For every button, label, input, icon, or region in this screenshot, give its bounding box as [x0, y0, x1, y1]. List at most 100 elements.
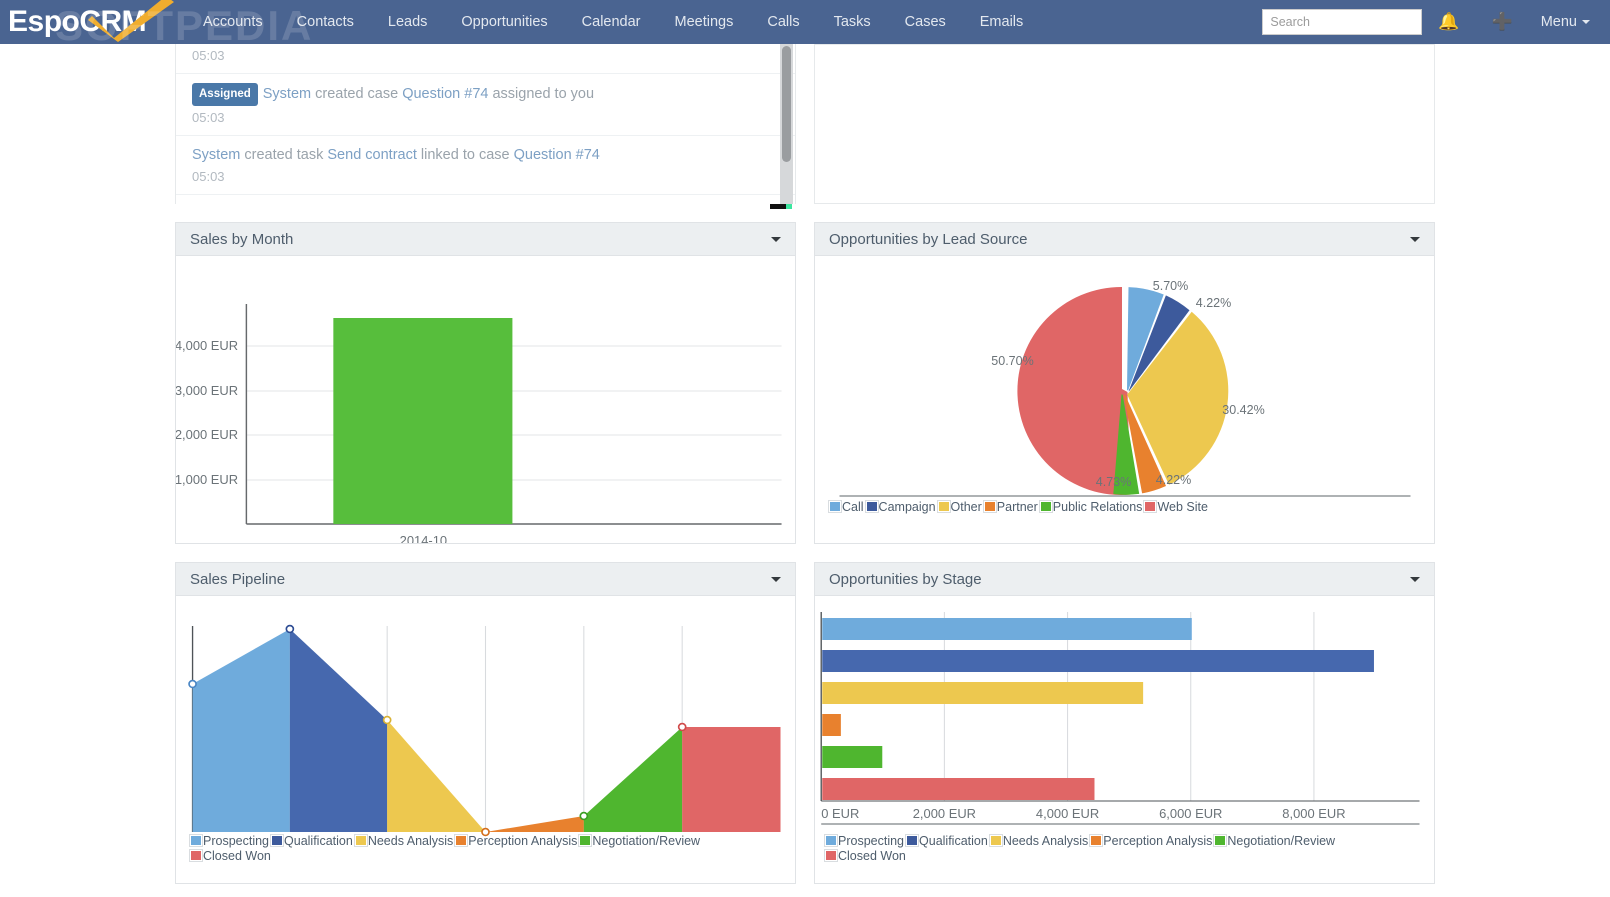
legend-swatch-needs-analysis: [988, 834, 1003, 847]
legend-item-other[interactable]: Other: [936, 500, 984, 515]
stream-list[interactable]: 05:03 Assigned System created case Questi…: [175, 44, 796, 204]
nav-item-contacts[interactable]: Contacts: [280, 0, 371, 44]
nav-item-calls[interactable]: Calls: [750, 0, 816, 44]
nav-links: Accounts Contacts Leads Opportunities Ca…: [186, 0, 1040, 44]
nav-item-leads[interactable]: Leads: [371, 0, 445, 44]
hbar-prospecting: [822, 618, 1192, 640]
pie-label-public-relations: 4.73%: [1096, 475, 1131, 489]
y-tick-label-3000: 3,000 EUR: [176, 383, 238, 398]
sales-by-month-chart: 4,000 EUR 3,000 EUR 2,000 EUR 1,000 EUR …: [175, 256, 795, 548]
stream-suffix-text: linked to case: [416, 146, 514, 163]
panel-stream: 05:03 Assigned System created case Questi…: [175, 44, 796, 209]
legend-item-web-site[interactable]: Web Site: [1143, 500, 1210, 515]
chevron-down-icon[interactable]: [1410, 237, 1420, 242]
panel-opportunities-by-stage: Opportunities by Stage 0 EUR 2,000 EUR 4…: [814, 562, 1435, 884]
legend-swatch-negotiation-review: [1213, 834, 1228, 847]
legend-swatch-needs-analysis: [353, 834, 368, 847]
search-input[interactable]: [1262, 9, 1423, 35]
legend-label-prospecting: Prospecting: [838, 834, 905, 848]
list-item[interactable]: 05:03: [176, 44, 795, 74]
legend-swatch-perception-analysis: [454, 834, 469, 847]
nav-item-calendar[interactable]: Calendar: [565, 0, 658, 44]
chevron-down-icon[interactable]: [1410, 577, 1420, 582]
stream-record-link[interactable]: Question #74: [402, 86, 488, 102]
legend-label-public-relations: Public Relations: [1052, 500, 1143, 514]
stream-suffix-text: assigned to you: [488, 86, 595, 102]
brand-logo[interactable]: EspoCRM: [0, 0, 186, 44]
legend-item-closed-won[interactable]: Closed Won: [189, 849, 273, 864]
legend-label-other: Other: [950, 500, 982, 514]
chevron-down-icon[interactable]: [771, 237, 781, 242]
legend-item-closed-won[interactable]: Closed Won: [824, 849, 908, 864]
x-tick-label-4000: 4,000 EUR: [1036, 806, 1099, 821]
legend-label-needs-analysis: Needs Analysis: [1002, 834, 1089, 848]
stream-task-link[interactable]: Send contract: [327, 147, 416, 163]
chevron-down-icon: [1582, 20, 1590, 25]
nav-item-emails[interactable]: Emails: [963, 0, 1041, 44]
point-needs-analysis: [382, 715, 392, 725]
menu-label: Menu: [1540, 14, 1577, 30]
legend-item-negotiation-review[interactable]: Negotiation/Review: [578, 834, 702, 849]
stream-actor-link[interactable]: System: [263, 86, 311, 102]
hbar-perception-analysis: [822, 714, 841, 736]
panel-header: Sales Pipeline: [176, 563, 795, 596]
legend-item-perception-analysis[interactable]: Perception Analysis: [454, 834, 579, 849]
bar-chart-svg: 4,000 EUR 3,000 EUR 2,000 EUR 1,000 EUR …: [175, 304, 782, 548]
legend-swatch-campaign: [864, 500, 879, 513]
scrollbar-thumb[interactable]: [782, 46, 791, 162]
dashboard: 05:03 Assigned System created case Questi…: [0, 44, 1610, 897]
stream-time: 05:03: [192, 48, 225, 63]
legend-item-public-relations[interactable]: Public Relations: [1038, 500, 1145, 515]
stage-legend: Prospecting Qualification Needs Analysis Pe…: [824, 834, 1424, 864]
legend-swatch-perception-analysis: [1089, 834, 1104, 847]
nav-item-cases[interactable]: Cases: [888, 0, 963, 44]
legend-item-needs-analysis[interactable]: Needs Analysis: [988, 834, 1090, 849]
legend-item-prospecting[interactable]: Prospecting: [189, 834, 271, 849]
legend-item-perception-analysis[interactable]: Perception Analysis: [1089, 834, 1214, 849]
legend-item-partner[interactable]: Partner: [982, 500, 1040, 515]
legend-label-negotiation-review: Negotiation/Review: [1227, 834, 1336, 848]
legend-item-prospecting[interactable]: Prospecting: [824, 834, 906, 849]
legend-swatch-partner: [982, 500, 997, 513]
point-closed-won: [677, 722, 687, 732]
bell-icon[interactable]: 🔔: [1422, 0, 1475, 44]
nav-item-meetings[interactable]: Meetings: [658, 0, 751, 44]
legend-item-campaign[interactable]: Campaign: [864, 500, 938, 515]
plus-icon[interactable]: ➕: [1476, 0, 1529, 44]
area-perception-analysis: [485, 816, 584, 832]
legend-swatch-negotiation-review: [578, 834, 593, 847]
area-needs-analysis: [387, 720, 486, 832]
chevron-down-icon[interactable]: [771, 577, 781, 582]
legend-label-qualification: Qualification: [284, 834, 353, 848]
status-badge: Assigned: [192, 83, 258, 107]
area-closed-won: [682, 727, 781, 832]
resize-handle[interactable]: [770, 204, 792, 209]
legend-label-partner: Partner: [996, 500, 1038, 514]
stream-time: 05:03: [192, 169, 225, 185]
nav-item-tasks[interactable]: Tasks: [817, 0, 888, 44]
point-qualification: [285, 624, 295, 634]
legend-item-needs-analysis[interactable]: Needs Analysis: [353, 834, 455, 849]
legend-swatch-qualification: [270, 834, 285, 847]
menu-dropdown[interactable]: Menu: [1529, 14, 1596, 30]
area-negotiation-review: [583, 727, 683, 832]
area-qualification: [289, 629, 388, 832]
pie-label-call: 5.70%: [1153, 279, 1188, 293]
legend-label-perception-analysis: Perception Analysis: [1103, 834, 1213, 848]
stream-mid-text: created case: [311, 86, 403, 102]
nav-item-accounts[interactable]: Accounts: [186, 0, 280, 44]
list-item[interactable]: Assigned System created case Question #74…: [176, 74, 795, 136]
legend-item-negotiation-review[interactable]: Negotiation/Review: [1213, 834, 1337, 849]
legend-label-closed-won: Closed Won: [838, 849, 906, 863]
legend-swatch-prospecting: [189, 834, 203, 847]
legend-item-qualification[interactable]: Qualification: [270, 834, 355, 849]
stream-scrollbar[interactable]: [780, 44, 793, 204]
stream-case-link[interactable]: Question #74: [514, 147, 600, 163]
legend-item-call[interactable]: Call: [828, 500, 866, 515]
panel-header: Sales by Month: [176, 223, 795, 256]
legend-item-qualification[interactable]: Qualification: [905, 834, 990, 849]
list-item[interactable]: System created task Send contract linked…: [176, 136, 795, 195]
nav-item-opportunities[interactable]: Opportunities: [444, 0, 564, 44]
x-tick-label-2014-10: 2014-10: [400, 533, 447, 543]
stream-actor-link[interactable]: System: [192, 147, 240, 163]
